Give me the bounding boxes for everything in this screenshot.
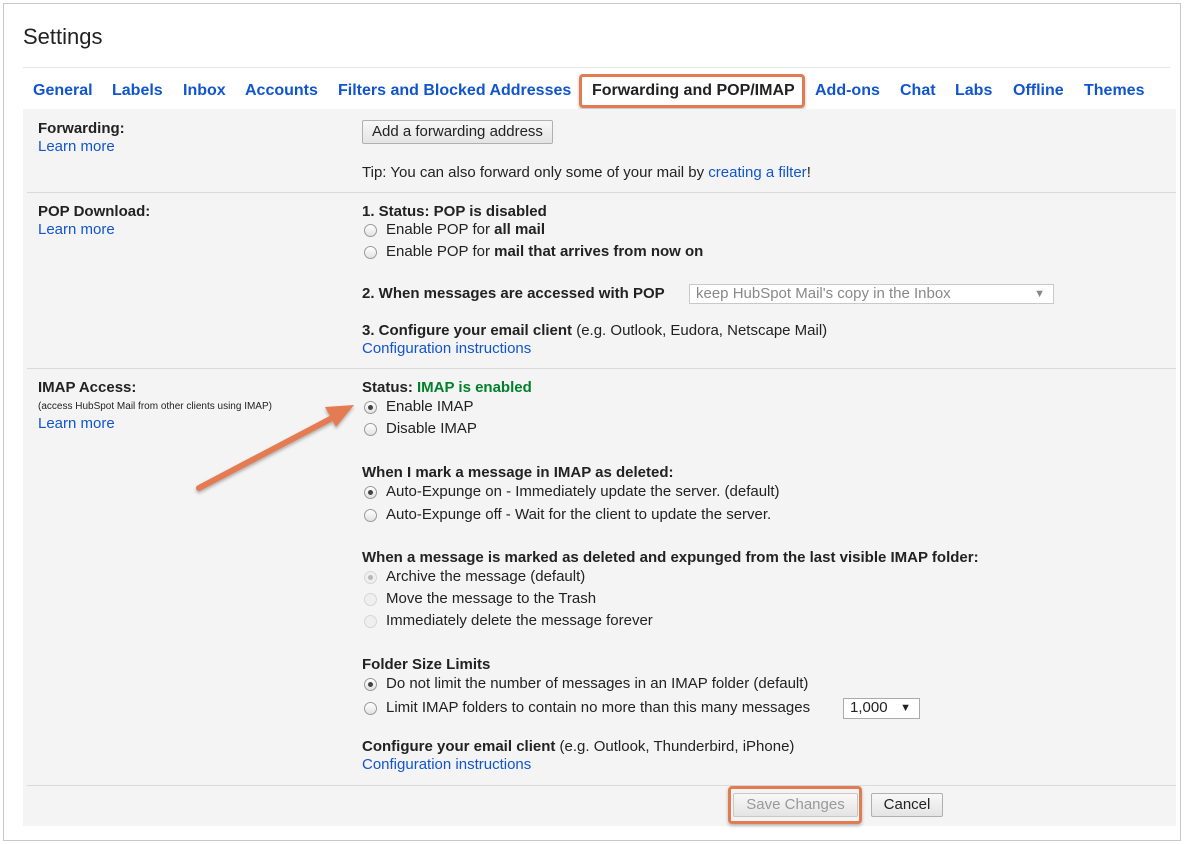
pop-access-label: 2. When messages are accessed with POP <box>362 285 665 302</box>
settings-panel: Forwarding: Learn more Add a forwarding … <box>23 109 1176 826</box>
imap-sublabel: (access HubSpot Mail from other clients … <box>38 401 272 412</box>
tab-filters[interactable]: Filters and Blocked Addresses <box>338 82 571 100</box>
radio-label: Limit IMAP folders to contain no more th… <box>386 699 811 716</box>
pop-access-select[interactable]: keep HubSpot Mail's copy in the Inbox ▼ <box>689 284 1054 304</box>
imap-status: Status: IMAP is enabled <box>362 379 532 396</box>
tab-chat[interactable]: Chat <box>900 82 936 100</box>
radio-button[interactable] <box>364 246 377 259</box>
folder-size-heading: Folder Size Limits <box>362 656 491 673</box>
forwarding-tip: Tip: You can also forward only some of y… <box>362 164 811 181</box>
radio-label: Immediately delete the message forever <box>386 612 653 629</box>
radio-label: Auto-Expunge on - Immediately update the… <box>386 483 780 500</box>
imap-access-label: IMAP Access: <box>38 379 137 396</box>
pop-status: 1. Status: POP is disabled <box>362 203 547 220</box>
radio-label: Enable POP for mail that arrives from no… <box>386 243 703 260</box>
radio-button[interactable] <box>364 486 377 499</box>
radio-label: Enable POP for all mail <box>386 221 545 238</box>
tab-offline[interactable]: Offline <box>1013 82 1064 100</box>
section-divider <box>27 192 1176 193</box>
forwarding-label: Forwarding: <box>38 120 125 137</box>
creating-filter-link[interactable]: creating a filter <box>708 164 806 181</box>
radio-label: Disable IMAP <box>386 420 477 437</box>
tab-labs[interactable]: Labs <box>955 82 992 100</box>
radio-label: Move the message to the Trash <box>386 590 597 607</box>
chevron-down-icon: ▼ <box>900 702 911 714</box>
imap-expunged-heading: When a message is marked as deleted and … <box>362 549 979 566</box>
configure-rest: (e.g. Outlook, Thunderbird, iPhone) <box>555 738 795 755</box>
title-divider <box>23 67 1170 68</box>
radio-button[interactable] <box>364 423 377 436</box>
forwarding-learn-more-link[interactable]: Learn more <box>38 138 115 155</box>
radio-button[interactable] <box>364 615 377 628</box>
radio-label: Auto-Expunge off - Wait for the client t… <box>386 506 772 523</box>
select-value: 1,000 <box>850 699 888 716</box>
tab-themes[interactable]: Themes <box>1084 82 1144 100</box>
tab-general[interactable]: General <box>33 82 93 100</box>
cancel-button[interactable]: Cancel <box>871 793 943 817</box>
imap-learn-more-link[interactable]: Learn more <box>38 415 115 432</box>
imap-config-instructions-link[interactable]: Configuration instructions <box>362 756 531 773</box>
section-divider <box>27 368 1176 369</box>
radio-button[interactable] <box>364 401 377 414</box>
radio-button[interactable] <box>364 571 377 584</box>
active-tab-highlight <box>579 74 805 108</box>
radio-label: Do not limit the number of messages in a… <box>386 675 809 692</box>
pop-configure-text: 3. Configure your email client (e.g. Out… <box>362 322 827 339</box>
radio-label: Archive the message (default) <box>386 568 586 585</box>
imap-deleted-heading: When I mark a message in IMAP as deleted… <box>362 464 674 481</box>
configure-rest: (e.g. Outlook, Eudora, Netscape Mail) <box>572 322 828 339</box>
pop-download-label: POP Download: <box>38 203 151 220</box>
footer-divider <box>27 785 1176 786</box>
radio-button[interactable] <box>364 678 377 691</box>
imap-configure-text: Configure your email client (e.g. Outloo… <box>362 738 794 755</box>
tip-text: Tip: You can also forward only some of y… <box>362 164 709 181</box>
tab-accounts[interactable]: Accounts <box>245 82 318 100</box>
option-text: Enable POP for <box>386 221 495 238</box>
tip-suffix: ! <box>806 164 811 181</box>
option-bold-text: mail that arrives from now on <box>494 243 704 260</box>
radio-button[interactable] <box>364 593 377 606</box>
tab-inbox[interactable]: Inbox <box>183 82 226 100</box>
radio-button[interactable] <box>364 509 377 522</box>
radio-button[interactable] <box>364 224 377 237</box>
configure-bold: 3. Configure your email client <box>362 322 573 339</box>
option-bold-text: all mail <box>494 221 545 238</box>
option-text: Enable POP for <box>386 243 495 260</box>
save-button-highlight <box>728 786 862 824</box>
radio-label: Enable IMAP <box>386 398 474 415</box>
status-value: IMAP is enabled <box>417 379 532 396</box>
page-title: Settings <box>23 24 103 49</box>
pop-learn-more-link[interactable]: Learn more <box>38 221 115 238</box>
chevron-down-icon: ▼ <box>1034 288 1045 300</box>
select-value: keep HubSpot Mail's copy in the Inbox <box>696 285 951 302</box>
status-prefix: Status: <box>362 379 418 396</box>
tab-labels[interactable]: Labels <box>112 82 163 100</box>
configure-bold: Configure your email client <box>362 738 556 755</box>
radio-button[interactable] <box>364 702 377 715</box>
pop-config-instructions-link[interactable]: Configuration instructions <box>362 340 531 357</box>
tab-add-ons[interactable]: Add-ons <box>815 82 880 100</box>
folder-limit-select[interactable]: 1,000 ▼ <box>843 698 920 719</box>
add-forwarding-address-button[interactable]: Add a forwarding address <box>362 120 553 144</box>
